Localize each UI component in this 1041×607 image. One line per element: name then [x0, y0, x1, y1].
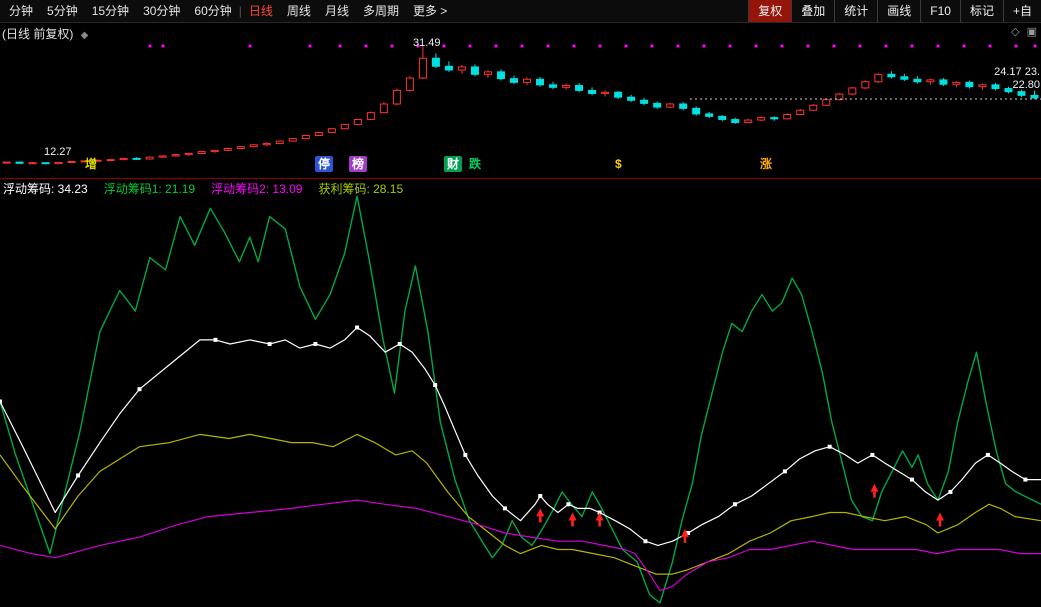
candle-chart-panel[interactable]: (日线 前复权) ◆ ◇ ▣ 31.49 12.27 24.17 23. 22.…: [0, 22, 1041, 178]
toolbar-button[interactable]: 统计: [834, 0, 877, 22]
app-window: 分钟5分钟15分钟30分钟60分钟|日线周线月线多周期更多 > 复权叠加统计画线…: [0, 0, 1041, 607]
menu-item[interactable]: 周线: [280, 0, 318, 22]
maximize-icon[interactable]: ▣: [1027, 25, 1037, 38]
price-labels-right: 24.17 23. 22.80: [994, 66, 1040, 92]
panel-divider: [0, 178, 1041, 179]
toolbar-button[interactable]: 复权: [748, 0, 791, 22]
panel-icons: ◇ ▣: [1011, 25, 1037, 38]
menu-item[interactable]: 月线: [318, 0, 356, 22]
quick-link[interactable]: 停: [315, 156, 333, 172]
stock-badge-icon: ◆: [81, 30, 89, 41]
links-row: 增 停榜 财跌 $ 涨: [0, 156, 1041, 176]
toolbar-button[interactable]: 叠加: [791, 0, 834, 22]
indicator-header: 浮动筹码: 34.23 浮动筹码1: 21.19 浮动筹码2: 13.09 获利筹码:…: [3, 180, 403, 197]
candle-chart[interactable]: [0, 22, 1041, 178]
chart-title-text: (日线 前复权): [2, 27, 73, 41]
menu-item[interactable]: 15分钟: [85, 0, 136, 22]
menu-item[interactable]: 5分钟: [40, 0, 85, 22]
chart-title: (日线 前复权) ◆: [2, 25, 88, 42]
toolbar-button[interactable]: 标记: [960, 0, 1003, 22]
toolbar-button[interactable]: 画线: [877, 0, 920, 22]
quick-link[interactable]: 榜: [349, 156, 367, 172]
toolbar-button[interactable]: F10: [920, 0, 960, 22]
quick-link[interactable]: 涨: [757, 156, 775, 172]
quick-link[interactable]: $: [612, 156, 625, 172]
indicator-label: 获利筹码: 28.15: [318, 180, 403, 197]
quick-link[interactable]: 增: [82, 156, 100, 172]
menu-item[interactable]: 更多 >: [406, 0, 454, 22]
menu-item[interactable]: 60分钟: [187, 0, 238, 22]
menu-left: 分钟5分钟15分钟30分钟60分钟|日线周线月线多周期更多 >: [0, 0, 454, 22]
menubar: 分钟5分钟15分钟30分钟60分钟|日线周线月线多周期更多 > 复权叠加统计画线…: [0, 0, 1041, 23]
toolbar-button[interactable]: +自: [1003, 0, 1041, 22]
menu-right: 复权叠加统计画线F10标记+自: [748, 0, 1041, 22]
menu-item[interactable]: 多周期: [356, 0, 406, 22]
quick-link[interactable]: 跌: [466, 156, 484, 172]
diamond-icon[interactable]: ◇: [1011, 25, 1019, 38]
menu-item[interactable]: 30分钟: [136, 0, 187, 22]
quick-link[interactable]: 财: [444, 156, 462, 172]
menu-item[interactable]: 日线: [242, 0, 280, 22]
price-label-right-top: 24.17 23.: [994, 66, 1040, 79]
indicator-chart[interactable]: [0, 196, 1041, 607]
last-price-label: 22.80: [994, 79, 1040, 92]
indicator-label: 浮动筹码: 34.23: [3, 180, 88, 197]
menu-item[interactable]: 分钟: [2, 0, 40, 22]
indicator-label: 浮动筹码2: 13.09: [211, 180, 302, 197]
indicator-label: 浮动筹码1: 21.19: [104, 180, 195, 197]
indicator-panel[interactable]: [0, 196, 1041, 607]
price-label-peak: 31.49: [413, 37, 441, 49]
